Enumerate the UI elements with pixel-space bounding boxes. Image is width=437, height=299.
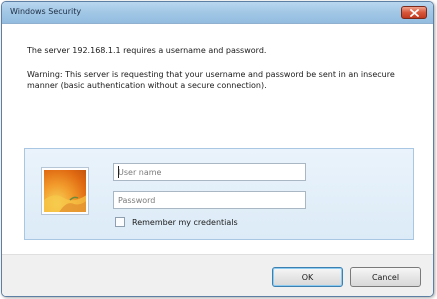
window-title: Windows Security bbox=[10, 7, 82, 16]
server-prompt-text: The server 192.168.1.1 requires a userna… bbox=[27, 46, 267, 55]
remember-label: Remember my credentials bbox=[132, 217, 238, 227]
security-warning-text: Warning: This server is requesting that … bbox=[27, 70, 395, 90]
close-button[interactable] bbox=[401, 6, 427, 19]
title-bar[interactable]: Windows Security bbox=[2, 2, 433, 24]
remember-checkbox[interactable] bbox=[115, 217, 125, 227]
password-input[interactable] bbox=[113, 191, 306, 209]
remember-credentials-option[interactable]: Remember my credentials bbox=[115, 217, 238, 227]
windows-security-dialog: Windows Security The server 192.168.1.1 … bbox=[1, 1, 434, 297]
button-bar: OK Cancel bbox=[2, 254, 433, 296]
credential-panel: Remember my credentials bbox=[24, 148, 414, 240]
user-avatar-icon bbox=[44, 170, 86, 212]
user-avatar bbox=[41, 167, 89, 215]
text-caret bbox=[118, 166, 119, 178]
cancel-button[interactable]: Cancel bbox=[350, 267, 421, 287]
username-input[interactable] bbox=[113, 163, 306, 181]
close-icon bbox=[409, 8, 419, 17]
ok-button[interactable]: OK bbox=[272, 267, 343, 287]
